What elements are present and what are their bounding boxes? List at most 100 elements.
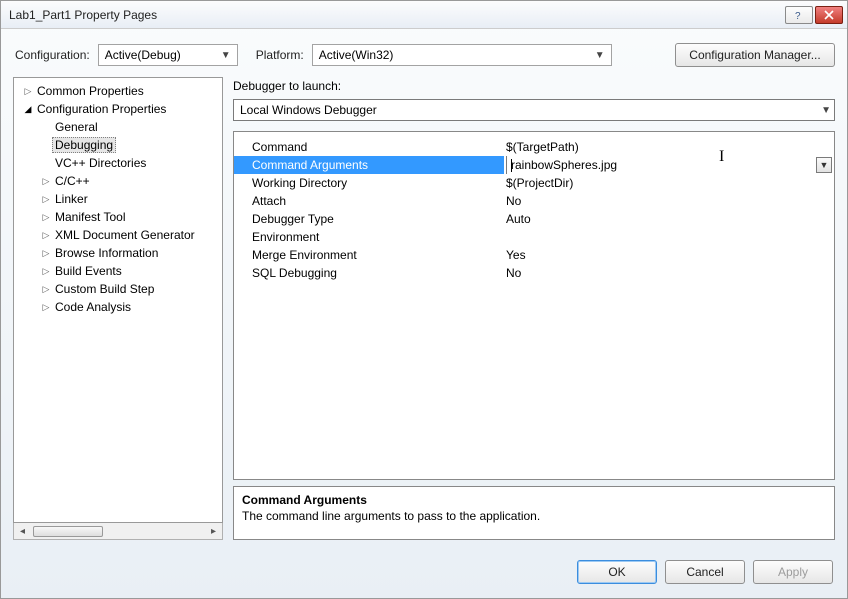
prop-name: Environment [234,230,504,244]
grid-row-attach[interactable]: Attach No [234,192,834,210]
description-title: Command Arguments [242,493,826,507]
help-icon: ? [794,10,804,20]
tree-label: XML Document Generator [52,228,198,242]
configuration-manager-button[interactable]: Configuration Manager... [675,43,835,67]
platform-value: Active(Win32) [319,48,394,62]
right-panel: Debugger to launch: Local Windows Debugg… [233,77,835,540]
scroll-left-icon[interactable]: ◂ [14,526,31,537]
prop-value: No [506,266,521,280]
tree-node-code-analysis[interactable]: ▷ Code Analysis [16,298,220,316]
grid-row-working-directory[interactable]: Working Directory $(ProjectDir) [234,174,834,192]
description-panel: Command Arguments The command line argum… [233,486,835,540]
prop-name: Command Arguments [234,158,504,172]
tree-label: Build Events [52,264,125,278]
cancel-button[interactable]: Cancel [665,560,745,584]
tree-label: Configuration Properties [34,102,169,116]
tree-label: Manifest Tool [52,210,128,224]
tree-node-debugging[interactable]: Debugging [16,136,220,154]
close-button[interactable] [815,6,843,24]
tree-node-xml-document-generator[interactable]: ▷ XML Document Generator [16,226,220,244]
description-text: The command line arguments to pass to th… [242,509,826,523]
nav-tree[interactable]: ▷ Common Properties ◢ Configuration Prop… [13,77,223,523]
scroll-right-icon[interactable]: ▸ [205,526,222,537]
prop-name: Merge Environment [234,248,504,262]
apply-button[interactable]: Apply [753,560,833,584]
expander-icon[interactable]: ▷ [40,302,52,313]
tree-node-manifest-tool[interactable]: ▷ Manifest Tool [16,208,220,226]
property-dropdown-button[interactable]: ▼ [816,157,832,173]
prop-value: Yes [506,248,526,262]
prop-name: Command [234,140,504,154]
chevron-down-icon: ▼ [821,105,831,116]
window-buttons: ? [785,6,843,24]
grid-row-sql-debugging[interactable]: SQL Debugging No [234,264,834,282]
prop-value: No [506,194,521,208]
prop-name: SQL Debugging [234,266,504,280]
prop-name: Attach [234,194,504,208]
grid-row-merge-environment[interactable]: Merge Environment Yes [234,246,834,264]
tree-node-build-events[interactable]: ▷ Build Events [16,262,220,280]
property-grid[interactable]: Command $(TargetPath) Command Arguments … [234,132,834,479]
dialog-window: Lab1_Part1 Property Pages ? Configuratio… [0,0,848,599]
tree-label: Browse Information [52,246,161,260]
prop-value: $(ProjectDir) [506,176,573,190]
expander-icon[interactable]: ▷ [40,194,52,205]
configuration-label: Configuration: [15,48,90,62]
prop-name: Debugger Type [234,212,504,226]
text-caret [511,159,512,172]
config-bar: Configuration: Active(Debug) ▼ Platform:… [1,29,847,77]
tree-node-vcpp-directories[interactable]: VC++ Directories [16,154,220,172]
tree-node-common-properties[interactable]: ▷ Common Properties [16,82,220,100]
expander-icon[interactable]: ▷ [40,284,52,295]
tree-label: Common Properties [34,84,147,98]
help-button[interactable]: ? [785,6,813,24]
expander-icon[interactable]: ▷ [40,230,52,241]
command-arguments-input[interactable]: rainbowSpheres.jpg [506,156,834,174]
tree-node-configuration-properties[interactable]: ◢ Configuration Properties [16,100,220,118]
grid-row-command-arguments[interactable]: Command Arguments rainbowSpheres.jpg ▼ [234,156,834,174]
prop-name: Working Directory [234,176,504,190]
svg-text:?: ? [795,11,801,20]
tree-label: VC++ Directories [52,156,149,170]
debugger-launch-combo[interactable]: Local Windows Debugger ▼ [233,99,835,121]
grid-row-debugger-type[interactable]: Debugger Type Auto [234,210,834,228]
titlebar: Lab1_Part1 Property Pages ? [1,1,847,29]
chevron-down-icon: ▼ [218,50,234,61]
prop-value: Auto [506,212,531,226]
nav-tree-container: ▷ Common Properties ◢ Configuration Prop… [13,77,223,540]
tree-node-browse-information[interactable]: ▷ Browse Information [16,244,220,262]
ok-button[interactable]: OK [577,560,657,584]
tree-label: General [52,120,101,134]
tree-label: Code Analysis [52,300,134,314]
property-grid-container: Command $(TargetPath) Command Arguments … [233,131,835,480]
debugger-launch-value: Local Windows Debugger [240,103,377,117]
prop-value: $(TargetPath) [506,140,579,154]
tree-label: Custom Build Step [52,282,157,296]
grid-row-command[interactable]: Command $(TargetPath) [234,138,834,156]
dialog-body: ▷ Common Properties ◢ Configuration Prop… [1,77,847,550]
tree-label: C/C++ [52,174,93,188]
expander-icon[interactable]: ▷ [40,248,52,259]
chevron-down-icon: ▼ [820,160,829,170]
expander-icon[interactable]: ◢ [22,104,34,115]
prop-value: rainbowSpheres.jpg [511,158,617,172]
close-icon [824,10,834,20]
tree-node-linker[interactable]: ▷ Linker [16,190,220,208]
configuration-combo[interactable]: Active(Debug) ▼ [98,44,238,66]
expander-icon[interactable]: ▷ [40,266,52,277]
chevron-down-icon: ▼ [592,50,608,61]
configuration-value: Active(Debug) [105,48,181,62]
scroll-thumb[interactable] [33,526,103,537]
tree-node-general[interactable]: General [16,118,220,136]
tree-node-ccpp[interactable]: ▷ C/C++ [16,172,220,190]
tree-label: Linker [52,192,91,206]
grid-row-environment[interactable]: Environment [234,228,834,246]
window-title: Lab1_Part1 Property Pages [9,8,785,22]
expander-icon[interactable]: ▷ [40,176,52,187]
tree-horizontal-scrollbar[interactable]: ◂ ▸ [13,523,223,540]
expander-icon[interactable]: ▷ [22,86,34,97]
expander-icon[interactable]: ▷ [40,212,52,223]
tree-node-custom-build-step[interactable]: ▷ Custom Build Step [16,280,220,298]
platform-combo[interactable]: Active(Win32) ▼ [312,44,612,66]
tree-label: Debugging [52,137,116,153]
